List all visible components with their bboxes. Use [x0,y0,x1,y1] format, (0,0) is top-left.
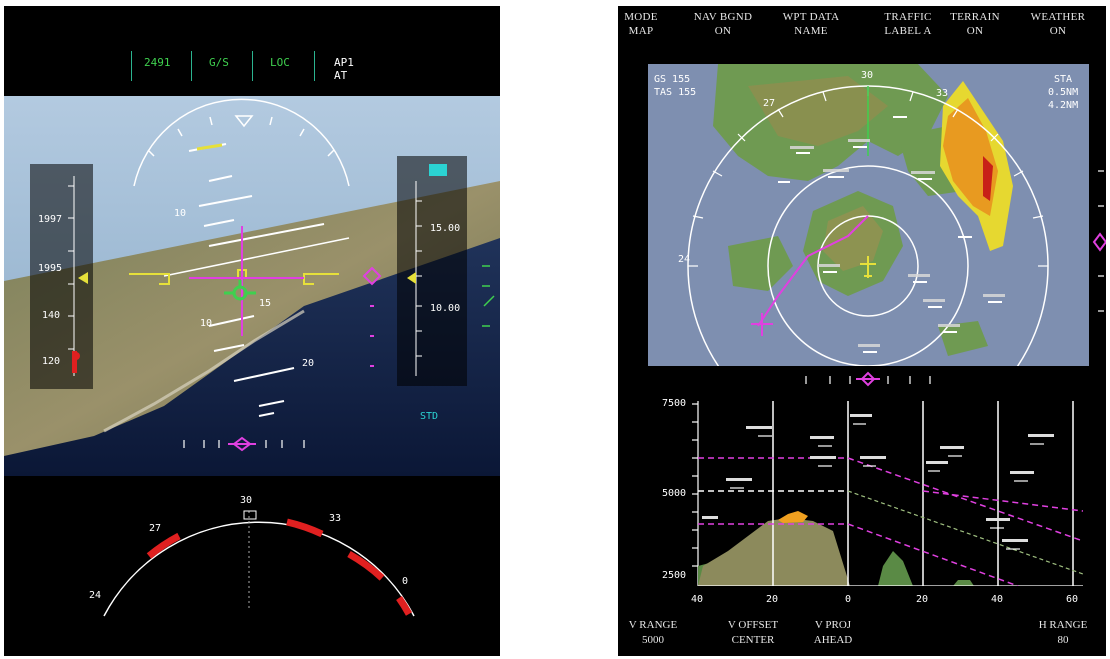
true-airspeed: TAS 155 [654,87,696,98]
primary-flight-display: 2491 G/S LOC AP1 AT 1997 1995 140 120 15… [4,6,500,656]
pitch-label-4: 10 [200,318,212,329]
v-range-button[interactable]: V RANGE 5000 [618,618,698,648]
vsd-x-40a: 40 [691,594,703,605]
heading-label-24: 24 [89,590,101,601]
compass-label-27: 27 [763,98,775,109]
vsd-x-20a: 20 [766,594,778,605]
pitch-label-1: 10 [174,208,186,219]
speed-label-3: 140 [42,310,60,321]
ground-speed: GS 155 [654,74,690,85]
speed-label-4: 120 [42,356,60,367]
pfd-text-layer: 1997 1995 140 120 15.00 10.00 10 15 20 1… [38,208,460,601]
altitude-label-2: 10.00 [430,303,460,314]
vsd-alt-7500: 7500 [662,398,686,409]
station-label: STA [1054,74,1072,85]
vsd-x-40b: 40 [991,594,1003,605]
heading-label-27: 27 [149,523,161,534]
baro-setting: STD [420,411,438,422]
heading-label-0: 0 [402,576,408,587]
heading-label-30: 30 [240,495,252,506]
pitch-label-3: 20 [302,358,314,369]
vsd-alt-5000: 5000 [662,488,686,499]
h-range-button[interactable]: H RANGE 80 [1018,618,1106,648]
nd-text-layer: GS 155 TAS 155 STA 0.5NM 4.2NM 30 33 27 … [654,70,1078,605]
v-proj-button[interactable]: V PROJ AHEAD [788,618,878,648]
pitch-label-2: 15 [259,298,271,309]
vsd-x-60: 60 [1066,594,1078,605]
heading-label-33: 33 [329,513,341,524]
vsd-x-0: 0 [845,594,851,605]
v-offset-button[interactable]: V OFFSET CENTER [708,618,798,648]
vsd-x-20b: 20 [916,594,928,605]
speed-label-1: 1997 [38,214,62,225]
navigation-display: MODE MAP NAV BGND ON WPT DATA NAME TRAFF… [618,6,1106,656]
station-distance-1: 0.5NM [1048,87,1078,98]
station-distance-2: 4.2NM [1048,100,1078,111]
speed-label-2: 1995 [38,263,62,274]
altitude-label-1: 15.00 [430,223,460,234]
compass-label-24: 24 [678,254,690,265]
vsd-alt-2500: 2500 [662,570,686,581]
compass-label-33: 33 [936,88,948,99]
compass-label-30: 30 [861,70,873,81]
